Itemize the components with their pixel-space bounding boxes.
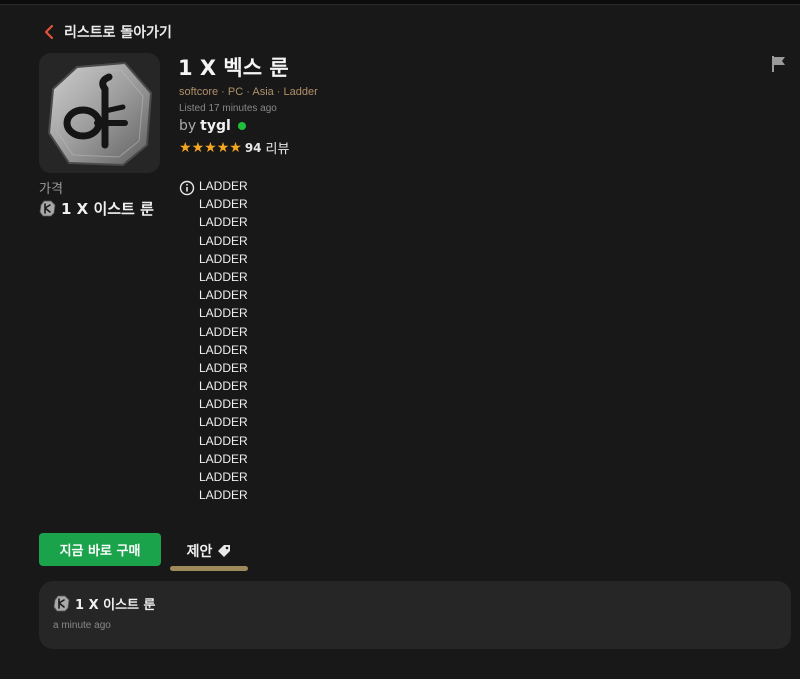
price-value: 1 X 이스트 룬 xyxy=(61,200,154,218)
description-line: LADDER xyxy=(199,379,248,394)
back-link[interactable]: 리스트로 돌아가기 xyxy=(42,22,172,42)
offer-time: a minute ago xyxy=(53,620,111,631)
seller-prefix: by xyxy=(179,118,197,134)
listing-meta: softcore · PC · Asia · Ladder xyxy=(179,86,318,98)
rating-label: 리뷰 xyxy=(265,142,290,157)
seller-rating[interactable]: ★ ★ ★ ★ ★ 94 리뷰 xyxy=(179,138,290,158)
offer-item-text: 1 X 이스트 룬 xyxy=(75,598,156,613)
description-line: LADDER xyxy=(199,251,248,266)
rating-count: 94 xyxy=(244,140,262,155)
description-line: LADDER xyxy=(199,179,248,193)
description-line: LADDER xyxy=(199,233,248,248)
top-bar xyxy=(0,0,800,5)
buy-now-button[interactable]: 지금 바로 구매 xyxy=(39,533,161,566)
vex-rune-icon xyxy=(47,61,153,167)
seller: by tygl xyxy=(179,118,246,134)
description-lines: LADDER LADDER LADDER LADDER LADDER LADDE… xyxy=(199,178,248,505)
description-line: LADDER xyxy=(199,433,248,448)
star-icon: ★ xyxy=(229,139,242,156)
description: LADDER LADDER LADDER LADDER LADDER LADDE… xyxy=(179,178,248,505)
description-line: LADDER xyxy=(199,451,248,466)
offer-item: 1 X 이스트 룬 xyxy=(53,594,156,613)
description-line: LADDER xyxy=(199,397,248,412)
rune-icon xyxy=(53,595,70,612)
star-icon: ★ xyxy=(204,139,217,156)
online-status-dot xyxy=(237,122,246,130)
listed-time: Listed 17 minutes ago xyxy=(179,103,277,114)
description-line: LADDER xyxy=(199,288,248,303)
description-line: LADDER xyxy=(199,324,248,339)
description-line: LADDER xyxy=(199,197,248,212)
description-line: LADDER xyxy=(199,215,248,230)
description-line: LADDER xyxy=(199,342,248,357)
star-icon: ★ xyxy=(216,139,230,156)
description-line: LADDER xyxy=(199,415,248,430)
active-tab-underline xyxy=(170,566,248,571)
tab-offers-label: 제안 xyxy=(186,544,213,560)
description-line: LADDER xyxy=(199,269,248,284)
info-icon xyxy=(179,180,195,196)
report-flag-icon[interactable] xyxy=(771,55,787,73)
tag-icon xyxy=(218,545,231,557)
price-label: 가격 xyxy=(39,182,63,197)
description-line: LADDER xyxy=(199,360,248,375)
rune-icon xyxy=(39,200,56,217)
item-image xyxy=(39,53,160,173)
tab-offers[interactable]: 제안 xyxy=(170,533,248,571)
description-line: LADDER xyxy=(199,306,248,321)
chevron-left-icon xyxy=(44,24,54,40)
listing-title: 1 X 벡스 룬 xyxy=(178,56,289,80)
star-icon: ★ xyxy=(179,139,192,156)
description-line: LADDER xyxy=(199,470,248,484)
star-icon: ★ xyxy=(191,139,205,156)
back-label: 리스트로 돌아가기 xyxy=(64,25,172,41)
description-line: LADDER xyxy=(199,488,248,503)
price: 1 X 이스트 룬 xyxy=(39,198,154,219)
seller-name[interactable]: tygl xyxy=(200,118,231,134)
offer-card[interactable]: 1 X 이스트 룬 a minute ago xyxy=(39,581,791,649)
